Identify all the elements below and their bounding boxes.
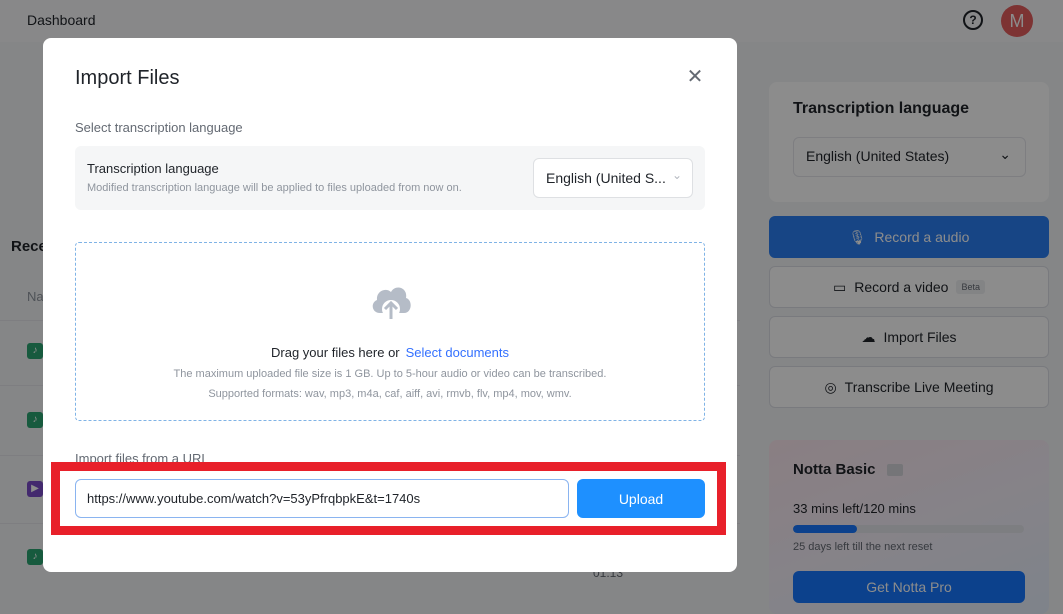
drag-text: Drag your files here or Select documents — [271, 345, 509, 360]
chevron-down-icon: ⌄ — [671, 168, 682, 182]
formats-note: Supported formats: wav, mp3, m4a, caf, a… — [208, 388, 572, 400]
language-section-label: Select transcription language — [75, 120, 243, 135]
upload-button[interactable]: Upload — [577, 479, 705, 518]
file-dropzone[interactable]: Drag your files here or Select documents … — [75, 242, 705, 421]
language-panel-title: Transcription language — [87, 161, 219, 176]
close-icon[interactable]: ✕ — [684, 66, 706, 88]
import-files-modal: Import Files ✕ Select transcription lang… — [43, 38, 737, 572]
language-panel: Transcription language Modified transcri… — [75, 146, 705, 210]
language-panel-description: Modified transcription language will be … — [87, 182, 462, 194]
modal-title: Import Files — [75, 67, 180, 89]
url-input[interactable] — [75, 479, 569, 518]
file-size-note: The maximum uploaded file size is 1 GB. … — [173, 368, 607, 380]
cloud-upload-icon — [372, 287, 411, 319]
transcription-language-select[interactable]: English (United S... ⌄ — [533, 158, 693, 198]
select-documents-link[interactable]: Select documents — [406, 345, 509, 360]
